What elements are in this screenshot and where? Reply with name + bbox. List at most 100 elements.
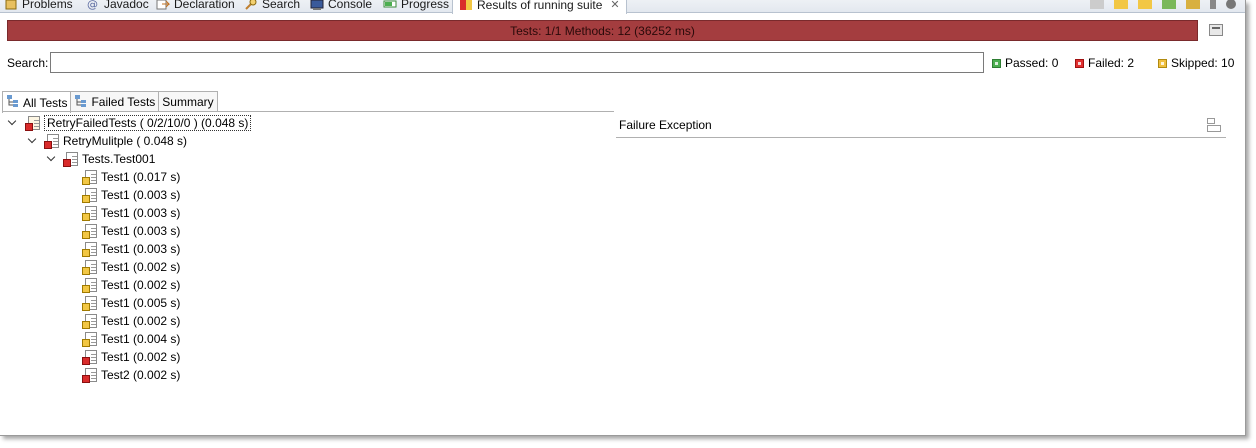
tree-node-label: Test1 (0.002 s) [101,260,181,274]
skipped-icon [1158,58,1167,68]
tree-node-label: Test1 (0.003 s) [101,242,181,256]
prev-failure-icon[interactable] [1138,0,1152,9]
chevron-down-icon[interactable] [47,154,57,164]
tree-node-label: Test1 (0.003 s) [101,206,181,220]
tree-node-test[interactable]: RetryMulitple ( 0.048 s) [44,132,187,150]
method-skipped-icon [82,313,98,329]
tree-node-method[interactable]: Test1 (0.005 s) [82,294,180,312]
tab-label: Results of running suite [477,0,603,12]
view-menu-icon[interactable] [1210,0,1216,9]
progress-bar: Tests: 1/1 Methods: 12 (36252 ms) [7,20,1198,41]
tab-failed-tests[interactable]: Failed Tests [70,91,160,112]
tree-node-method[interactable]: Test1 (0.002 s) [82,312,180,330]
failure-exception-divider [616,137,1226,138]
failed-icon [1075,58,1084,68]
tab-summary[interactable]: Summary [158,91,218,112]
suite-failed-icon [25,115,41,131]
tree-node-method[interactable]: Test1 (0.003 s) [82,204,180,222]
failure-exception-title: Failure Exception [619,118,712,132]
tab-progress[interactable]: Progress [383,0,449,13]
tab-label: Summary [162,95,214,109]
method-skipped-icon [82,295,98,311]
tree-node-method[interactable]: Test1 (0.002 s) [82,348,180,366]
view-tab-strip: Problems @ Javadoc Declaration Search Co… [0,0,1245,14]
passed-icon [992,58,1001,68]
tab-label: Declaration [174,0,235,11]
tab-all-tests[interactable]: All Tests [2,91,72,113]
search-input[interactable] [50,52,984,73]
tab-problems[interactable]: Problems [4,0,73,13]
layout-toggle-icon[interactable] [1207,118,1221,132]
passed-count: Passed: 0 [1005,56,1059,70]
search-label: Search: [7,56,49,70]
close-icon[interactable]: ✕ [610,0,619,11]
tree-node-method[interactable]: Test1 (0.002 s) [82,276,180,294]
tab-javadoc[interactable]: @ Javadoc [86,0,149,13]
result-tabs: All Tests Failed Tests Summary [2,91,218,113]
tree-node-label: Test2 (0.002 s) [101,368,181,382]
tree-icon [74,94,88,111]
tree-node-method[interactable]: Test1 (0.003 s) [82,240,180,258]
tab-label: Javadoc [104,0,149,11]
test-failed-icon [44,133,60,149]
method-failed-icon [82,349,98,365]
tab-search[interactable]: Search [244,0,300,13]
method-skipped-icon [82,223,98,239]
failed-counter: Failed: 2 [1075,56,1134,70]
chevron-down-icon[interactable] [28,136,38,146]
method-skipped-icon [82,277,98,293]
class-failed-icon [63,151,79,167]
tab-console[interactable]: Console [310,0,372,13]
history-icon[interactable] [1226,0,1236,9]
rerun-icon[interactable] [1162,0,1176,9]
declaration-icon [156,0,171,11]
method-skipped-icon [82,241,98,257]
problems-icon [4,0,18,11]
tree-node-method[interactable]: Test1 (0.017 s) [82,168,180,186]
clear-icon[interactable] [1090,0,1104,9]
tree-node-class[interactable]: Tests.Test001 [63,150,155,168]
tab-declaration[interactable]: Declaration [156,0,235,13]
tree-node-label: Test1 (0.003 s) [101,224,181,238]
progress-bar-text: Tests: 1/1 Methods: 12 (36252 ms) [510,23,695,38]
console-icon [310,0,324,11]
method-skipped-icon [82,259,98,275]
tree-node-label: RetryFailedTests ( 0/2/10/0 ) (0.048 s) [44,115,252,131]
tab-label: Failed Tests [91,95,156,109]
tree-node-method[interactable]: Test2 (0.002 s) [82,366,180,384]
skipped-counter: Skipped: 10 [1158,56,1234,70]
tree-node-suite[interactable]: RetryFailedTests ( 0/2/10/0 ) (0.048 s) [25,114,252,132]
method-skipped-icon [82,205,98,221]
minimize-icon[interactable] [1209,24,1223,36]
tree-node-method[interactable]: Test1 (0.002 s) [82,258,180,276]
method-skipped-icon [82,331,98,347]
tab-results-of-running-suite[interactable]: Results of running suite ✕ [452,0,627,14]
method-skipped-icon [82,169,98,185]
passed-counter: Passed: 0 [992,56,1058,70]
tree-node-label: Test1 (0.002 s) [101,314,181,328]
tree-node-label: Test1 (0.017 s) [101,170,181,184]
tree-node-label: Test1 (0.003 s) [101,188,181,202]
tab-label: Problems [22,0,73,11]
tree-node-label: Tests.Test001 [82,152,156,166]
tab-label: Search [262,0,301,11]
tree-node-method[interactable]: Test1 (0.003 s) [82,222,180,240]
tree-icon [6,94,20,111]
tree-node-label: Test1 (0.002 s) [101,278,181,292]
svg-text:@: @ [87,0,98,11]
tree-node-label: Test1 (0.005 s) [101,296,181,310]
method-failed-icon [82,367,98,383]
tab-label: Console [328,0,373,11]
tab-divider [2,111,614,112]
tree-node-method[interactable]: Test1 (0.003 s) [82,186,180,204]
progress-icon [383,0,397,11]
tree-node-method[interactable]: Test1 (0.004 s) [82,330,180,348]
failed-count: Failed: 2 [1088,56,1135,70]
rerun-failed-icon[interactable] [1186,0,1200,9]
tree-node-label: Test1 (0.004 s) [101,332,181,346]
testng-icon [459,0,473,12]
next-failure-icon[interactable] [1114,0,1128,9]
testng-results-view: Problems @ Javadoc Declaration Search Co… [0,0,1246,436]
tab-label: Progress [401,0,450,11]
chevron-down-icon[interactable] [8,118,18,128]
